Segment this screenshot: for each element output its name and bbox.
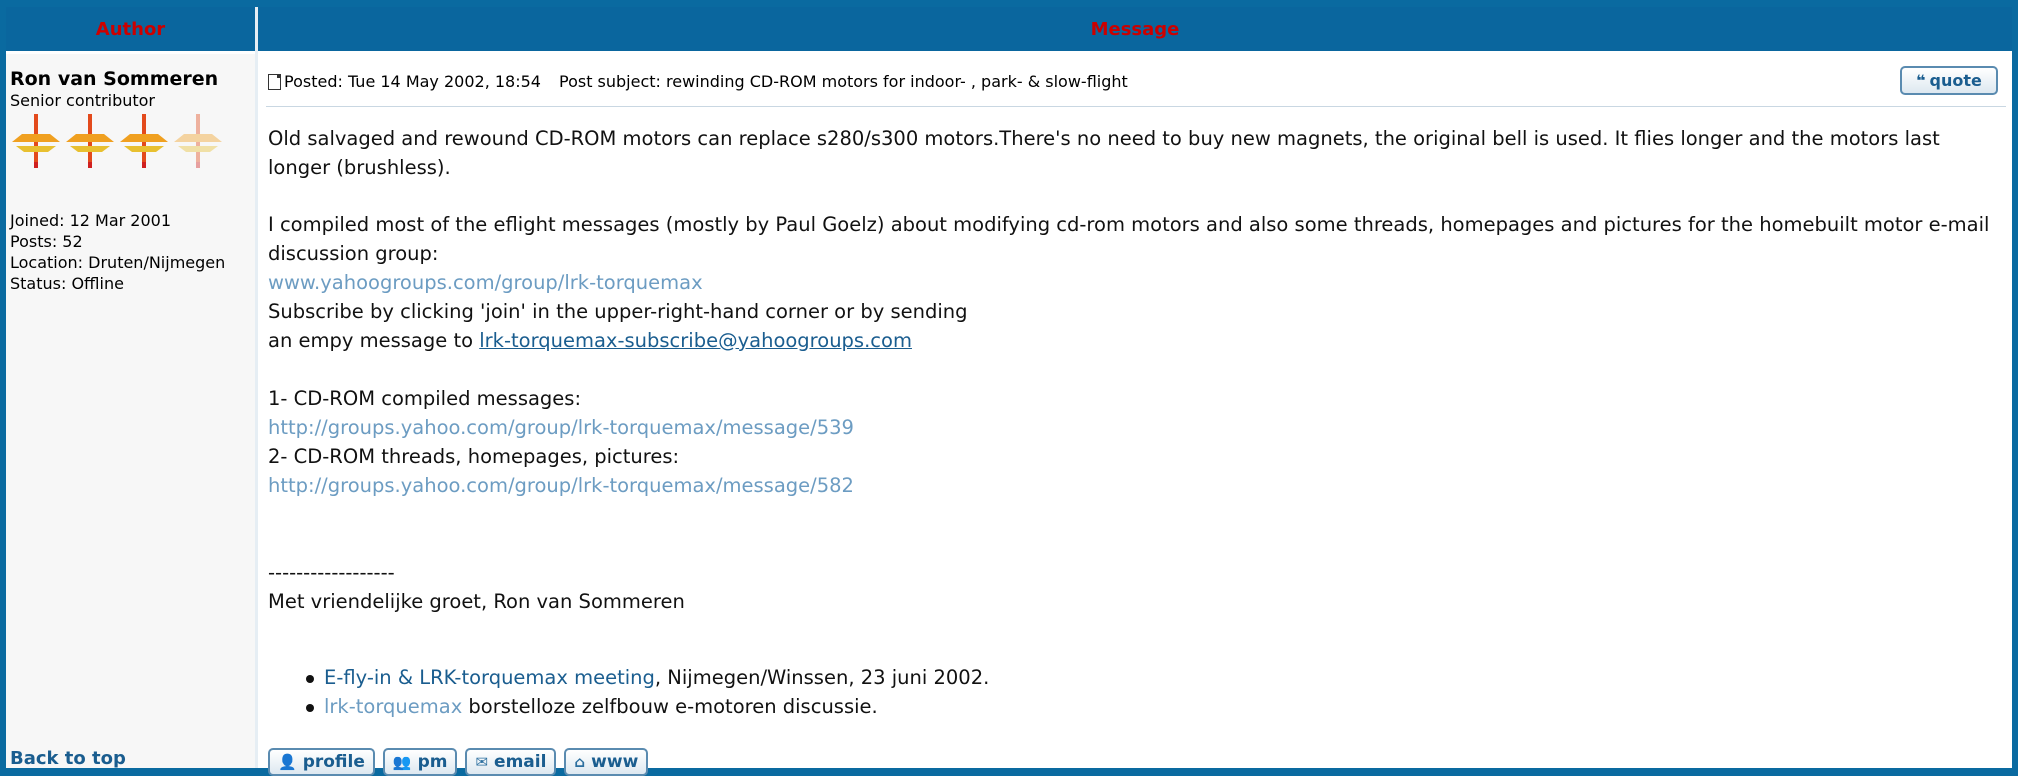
profile-label: profile [302, 752, 365, 772]
home-icon: ⌂ [574, 753, 586, 771]
item2-link[interactable]: http://groups.yahoo.com/group/lrk-torque… [268, 474, 854, 497]
envelope-icon: ✉ [475, 753, 489, 771]
item1-link[interactable]: http://groups.yahoo.com/group/lrk-torque… [268, 416, 854, 439]
author-name: Ron van Sommeren [10, 68, 219, 90]
signature-dashes: ------------------ [268, 561, 395, 584]
pm-button[interactable]: 👥 pm [382, 748, 458, 776]
signature-item: lrk-torquemax borstelloze zelfbouw e-mot… [306, 692, 989, 721]
www-button[interactable]: ⌂ www [564, 748, 649, 776]
subscribe-email-link[interactable]: lrk-torquemax-subscribe@yahoogroups.com [479, 329, 912, 352]
back-to-top-link[interactable]: Back to top [10, 748, 126, 769]
item2-line: http://groups.yahoo.com/group/lrk-torque… [268, 471, 854, 500]
www-label: www [591, 752, 639, 772]
author-rank: Senior contributor [10, 91, 155, 110]
signature-greeting: Met vriendelijke groet, Ron van Sommeren [268, 590, 685, 613]
author-joined: Joined: 12 Mar 2001 [10, 211, 172, 230]
rank-plane-icon [12, 114, 60, 168]
users-icon: 👥 [392, 753, 412, 771]
post-document-icon [268, 73, 281, 90]
item1-label: 1- CD-ROM compiled messages: [268, 387, 582, 410]
group-link[interactable]: www.yahoogroups.com/group/lrk-torquemax [268, 271, 703, 294]
sig-item-link[interactable]: E-fly-in & LRK-torquemax meeting [324, 666, 655, 689]
group-link-line: www.yahoogroups.com/group/lrk-torquemax [268, 268, 703, 297]
post-paragraph-2: I compiled most of the eflight messages … [268, 213, 1990, 265]
sig-item-text: borstelloze zelfbouw e-motoren discussie… [462, 695, 878, 718]
forum-post-table: Author Message Ron van Sommeren Senior c… [6, 7, 2012, 776]
sig-item-link[interactable]: lrk-torquemax [324, 695, 462, 718]
quote-label: quote [1929, 71, 1982, 90]
profile-button[interactable]: 👤 profile [268, 748, 375, 776]
post-action-buttons: 👤 profile 👥 pm ✉ email ⌂ www [268, 748, 649, 776]
post-subject: Post subject: rewinding CD-ROM motors fo… [558, 72, 1128, 91]
subscribe-line-2: an empy message to lrk-torquemax-subscri… [268, 326, 912, 355]
post-date: Posted: Tue 14 May 2002, 18:54 [284, 72, 541, 91]
author-posts: Posts: 52 [10, 232, 83, 251]
author-column-header: Author [6, 7, 255, 51]
sig-item-text: , Nijmegen/Winssen, 23 juni 2002. [654, 666, 990, 689]
user-icon: 👤 [278, 753, 297, 771]
signature-item: E-fly-in & LRK-torquemax meeting, Nijmeg… [306, 663, 989, 692]
pm-label: pm [417, 752, 448, 772]
message-column-header: Message [258, 7, 2012, 51]
signature-list: E-fly-in & LRK-torquemax meeting, Nijmeg… [306, 663, 989, 721]
rank-plane-icon [120, 114, 168, 168]
quote-icon: ❝ [1916, 71, 1926, 90]
rank-plane-faded-icon [174, 114, 222, 168]
author-panel: Ron van Sommeren Senior contributor Join… [6, 54, 255, 769]
rank-plane-icon [66, 114, 114, 168]
message-panel: Posted: Tue 14 May 2002, 18:54 Post subj… [258, 54, 2012, 776]
subscribe-line-1: Subscribe by clicking 'join' in the uppe… [268, 300, 968, 323]
item1-line: http://groups.yahoo.com/group/lrk-torque… [268, 413, 854, 442]
author-status: Status: Offline [10, 274, 124, 293]
post-header: Posted: Tue 14 May 2002, 18:54 Post subj… [268, 72, 1128, 91]
author-location: Location: Druten/Nijmegen [10, 253, 226, 272]
post-paragraph-1: Old salvaged and rewound CD-ROM motors c… [268, 127, 1940, 179]
rank-stars-image [10, 112, 224, 170]
email-label: email [494, 752, 547, 772]
quote-button[interactable]: ❝ quote [1900, 66, 1998, 95]
post-divider [266, 106, 2006, 107]
email-button[interactable]: ✉ email [465, 748, 557, 776]
item2-label: 2- CD-ROM threads, homepages, pictures: [268, 445, 680, 468]
subscribe-prefix: an empy message to [268, 329, 480, 352]
